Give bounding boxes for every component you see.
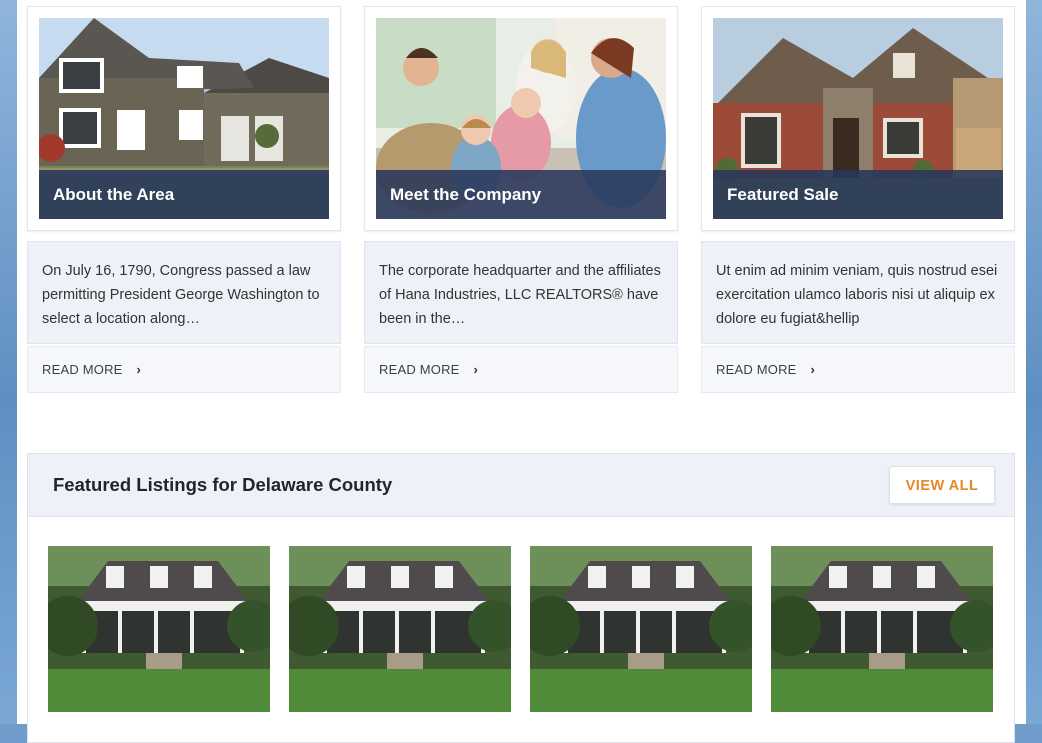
page-content: About the Area On July 16, 1790, Congres… xyxy=(17,0,1026,743)
family-photo-meet-company[interactable]: Meet the Company xyxy=(376,18,666,219)
card-caption: Meet the Company xyxy=(376,170,666,219)
card-excerpt: The corporate headquarter and the affili… xyxy=(364,241,678,344)
listing-photo[interactable] xyxy=(771,546,993,712)
featured-listings-panel: Featured Listings for Delaware County VI… xyxy=(27,453,1015,743)
read-more-label: READ MORE xyxy=(716,362,797,377)
listing-photo[interactable] xyxy=(530,546,752,712)
view-all-button[interactable]: VIEW ALL xyxy=(889,466,995,504)
read-more-link[interactable]: READ MORE › xyxy=(364,346,678,393)
card-excerpt: Ut enim ad minim veniam, quis nostrud es… xyxy=(701,241,1015,344)
chevron-right-icon: › xyxy=(473,362,479,377)
listings-title: Featured Listings for Delaware County xyxy=(53,474,393,495)
background-left-edge xyxy=(0,0,17,724)
card-excerpt: On July 16, 1790, Congress passed a law … xyxy=(27,241,341,344)
listing-photo[interactable] xyxy=(289,546,511,712)
read-more-label: READ MORE xyxy=(379,362,460,377)
card-caption: Featured Sale xyxy=(713,170,1003,219)
house-photo-about-area[interactable]: About the Area xyxy=(39,18,329,219)
listing-photo[interactable] xyxy=(48,546,270,712)
card-photo-frame: Meet the Company xyxy=(364,6,678,231)
read-more-link[interactable]: READ MORE › xyxy=(27,346,341,393)
read-more-label: READ MORE xyxy=(42,362,123,377)
background-right-edge xyxy=(1026,0,1042,724)
chevron-right-icon: › xyxy=(810,362,816,377)
chevron-right-icon: › xyxy=(136,362,142,377)
read-more-link[interactable]: READ MORE › xyxy=(701,346,1015,393)
listings-header: Featured Listings for Delaware County VI… xyxy=(28,454,1014,517)
card-caption: About the Area xyxy=(39,170,329,219)
card-photo-frame: Featured Sale xyxy=(701,6,1015,231)
card-photo-frame: About the Area xyxy=(27,6,341,231)
house-photo-featured-sale[interactable]: Featured Sale xyxy=(713,18,1003,219)
